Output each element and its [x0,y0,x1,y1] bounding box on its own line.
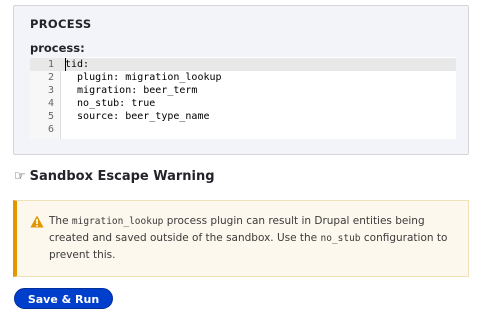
warning-text-part: The [49,215,72,227]
pointing-hand-icon: ☞ [14,169,26,184]
code-line: migration: beer_term [65,85,198,96]
process-code-editor[interactable]: 1 2 3 4 5 6 tid: plugin: migration_looku… [30,57,456,139]
line-number: 4 [47,98,54,109]
process-legend: PROCESS [30,17,92,31]
warning-heading-text: Sandbox Escape Warning [29,169,215,184]
save-and-run-button[interactable]: Save & Run [14,288,113,309]
line-number: 2 [47,72,54,83]
plugin-code-name: migration_lookup [71,216,164,227]
line-number: 5 [47,111,54,122]
text-cursor [65,58,66,71]
line-number: 6 [47,124,54,135]
process-field-label: process: [30,41,85,55]
line-number: 3 [47,85,54,96]
line-number-gutter: 1 2 3 4 5 6 [30,57,456,139]
active-line-highlight [61,58,456,71]
code-line: plugin: migration_lookup [65,72,222,83]
process-fieldset: PROCESS process: 1 2 3 4 5 6 tid: plugin… [13,5,469,155]
warning-message-box: The migration_lookup process plugin can … [13,200,469,277]
sandbox-warning-heading: ☞ Sandbox Escape Warning [14,169,215,184]
warning-message-text: The migration_lookup process plugin can … [49,213,459,264]
code-line: source: beer_type_name [65,111,210,122]
code-line: tid: [65,59,90,70]
code-line: no_stub: true [65,98,156,109]
line-number: 1 [47,59,54,70]
warning-triangle-icon [30,215,44,228]
config-code-name: no_stub [320,233,361,244]
